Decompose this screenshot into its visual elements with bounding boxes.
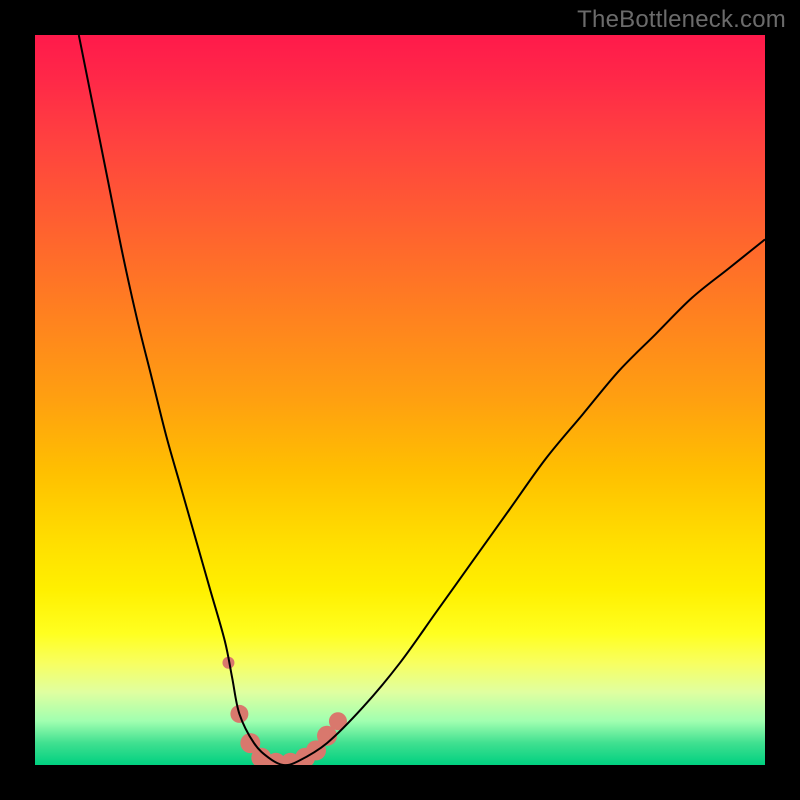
- plot-area: [35, 35, 765, 765]
- bottleneck-curve: [79, 35, 765, 765]
- curve-layer: [35, 35, 765, 765]
- highlight-markers: [222, 657, 347, 765]
- chart-frame: TheBottleneck.com: [0, 0, 800, 800]
- watermark-text: TheBottleneck.com: [577, 6, 786, 34]
